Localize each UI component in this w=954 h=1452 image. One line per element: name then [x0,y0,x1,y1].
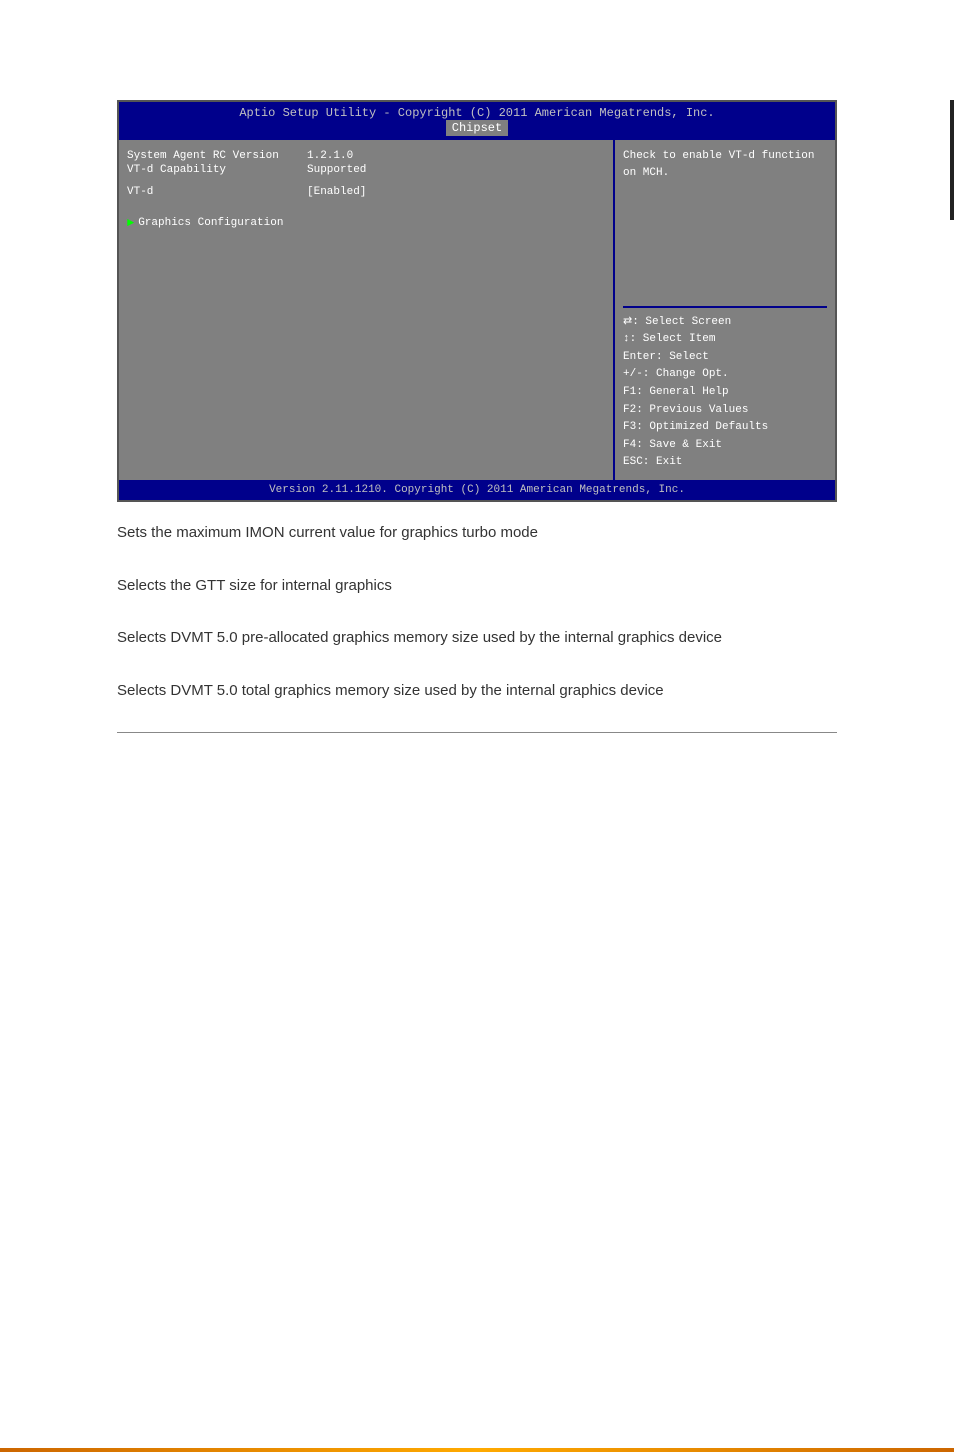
desc-section-1: Sets the maximum IMON current value for … [117,502,837,555]
arrow-icon: ► [127,216,134,230]
key-f3-defaults: F3: Optimized Defaults [623,419,827,437]
field-system-agent-rc: System Agent RC Version 1.2.1.0 [127,150,605,162]
bios-main-area: System Agent RC Version 1.2.1.0 VT-d Cap… [119,140,835,480]
bios-tab-chipset[interactable]: Chipset [446,120,508,136]
key-change-opt: +/-: Change Opt. [623,366,827,384]
key-f4-save: F4: Save & Exit [623,437,827,455]
key-select-screen: ⇄: Select Screen [623,314,827,332]
key-enter-select: Enter: Select [623,349,827,367]
bios-right-pane: Check to enable VT-d function on MCH. ⇄:… [615,140,835,480]
bios-key-help: ⇄: Select Screen ↕: Select Item Enter: S… [623,306,827,472]
desc-text-1: Sets the maximum IMON current value for … [117,522,837,545]
bottom-accent-line [0,1448,954,1452]
desc-section-3: Selects DVMT 5.0 pre-allocated graphics … [117,607,837,660]
field-vtd: VT-d [Enabled] [127,186,605,198]
right-edge-bar [950,100,954,220]
field-vtd-capability: VT-d Capability Supported [127,164,605,176]
field-label-system-agent-rc: System Agent RC Version [127,150,307,162]
desc-section-4: Selects DVMT 5.0 total graphics memory s… [117,660,837,713]
menu-item-graphics-config[interactable]: ► Graphics Configuration [127,216,605,230]
desc-text-4: Selects DVMT 5.0 total graphics memory s… [117,680,837,703]
field-value-vtd-capability: Supported [307,164,366,176]
field-value-vtd: [Enabled] [307,186,366,198]
desc-section-2: Selects the GTT size for internal graphi… [117,555,837,608]
desc-text-3: Selects DVMT 5.0 pre-allocated graphics … [117,627,837,650]
bottom-divider [117,732,837,733]
bios-left-pane: System Agent RC Version 1.2.1.0 VT-d Cap… [119,140,615,480]
bios-title: Aptio Setup Utility - Copyright (C) 2011… [239,106,714,120]
bios-window: Aptio Setup Utility - Copyright (C) 2011… [117,100,837,502]
field-label-vtd: VT-d [127,186,307,198]
bios-titlebar: Aptio Setup Utility - Copyright (C) 2011… [119,102,835,140]
desc-text-2: Selects the GTT size for internal graphi… [117,575,837,598]
key-f2-prev: F2: Previous Values [623,402,827,420]
bios-footer: Version 2.11.1210. Copyright (C) 2011 Am… [119,480,835,500]
menu-item-graphics-label: Graphics Configuration [138,217,283,229]
key-select-item: ↕: Select Item [623,331,827,349]
field-value-system-agent-rc: 1.2.1.0 [307,150,353,162]
field-label-vtd-capability: VT-d Capability [127,164,307,176]
bios-help-text: Check to enable VT-d function on MCH. [623,148,827,181]
key-f1-help: F1: General Help [623,384,827,402]
key-esc-exit: ESC: Exit [623,454,827,472]
